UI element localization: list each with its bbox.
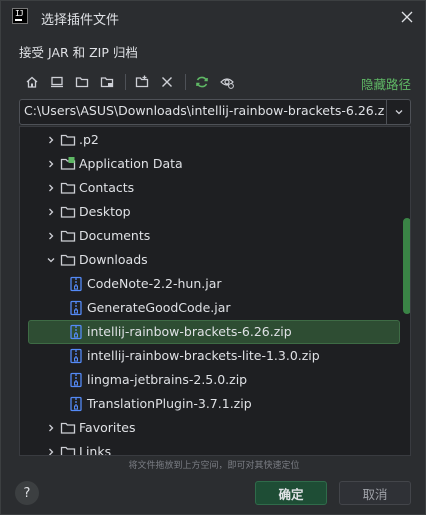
help-button[interactable]: ? xyxy=(15,481,39,505)
module-folder-icon xyxy=(100,77,114,88)
accepted-types-label: 接受 JAR 和 ZIP 归档 xyxy=(19,45,138,60)
tree-item-label: Downloads xyxy=(79,252,148,267)
show-hidden-files-button[interactable] xyxy=(216,71,238,93)
folder-row[interactable]: Desktop xyxy=(20,200,410,224)
desktop-icon xyxy=(51,76,63,88)
tree-item-label: Desktop xyxy=(79,204,131,219)
folder-icon xyxy=(60,182,76,194)
close-button[interactable] xyxy=(397,7,417,27)
project-folder-button[interactable] xyxy=(71,71,93,93)
folder-icon xyxy=(60,134,76,146)
desktop-button[interactable] xyxy=(46,71,68,93)
chevron-right-icon[interactable] xyxy=(46,447,56,456)
folder-row[interactable]: Application Data xyxy=(20,152,410,176)
folder-row[interactable]: Links xyxy=(20,440,410,456)
file-row[interactable]: intellij-rainbow-brackets-6.26.zip xyxy=(20,320,410,344)
folder-shortcut-icon xyxy=(60,157,76,170)
chevron-right-icon[interactable] xyxy=(46,207,56,217)
folder-icon xyxy=(60,206,76,218)
tree-item-label: TranslationPlugin-3.7.1.zip xyxy=(87,396,252,411)
chevron-right-icon[interactable] xyxy=(46,135,56,145)
tree-item-label: Documents xyxy=(79,228,151,243)
archive-file-icon xyxy=(70,348,82,364)
file-row[interactable]: intellij-rainbow-brackets-lite-1.3.0.zip xyxy=(20,344,410,368)
tree-item-label: lingma-jetbrains-2.5.0.zip xyxy=(87,372,248,387)
archive-file-icon xyxy=(70,324,82,340)
dialog-title: 选择插件文件 xyxy=(41,13,120,28)
close-icon xyxy=(401,11,413,23)
tree-item-label: Favorites xyxy=(79,420,136,435)
project-folder-icon xyxy=(75,77,89,88)
tree-item-label: GenerateGoodCode.jar xyxy=(87,300,231,315)
file-tree[interactable]: Links Favorites TranslationPlugin-3.7.1.zi… xyxy=(19,126,411,456)
chevron-down-icon xyxy=(395,110,402,115)
tree-item-label: intellij-rainbow-brackets-6.26.zip xyxy=(87,324,292,339)
folder-icon xyxy=(60,254,76,266)
home-button[interactable] xyxy=(21,71,43,93)
archive-file-icon xyxy=(70,276,82,292)
choose-plugin-file-dialog: IJ 选择插件文件 接受 JAR 和 ZIP 归档 隐藏路径 C:\Users\… xyxy=(0,0,426,515)
chevron-right-icon[interactable] xyxy=(46,423,56,433)
delete-icon xyxy=(162,77,172,87)
chevron-right-icon[interactable] xyxy=(46,183,56,193)
folder-icon xyxy=(60,422,76,434)
folder-row[interactable]: Contacts xyxy=(20,176,410,200)
tree-item-label: CodeNote-2.2-hun.jar xyxy=(87,276,222,291)
new-folder-button[interactable] xyxy=(131,71,153,93)
module-folder-button[interactable] xyxy=(96,71,118,93)
toolbar-separator xyxy=(125,74,126,90)
chevron-down-icon[interactable] xyxy=(46,255,56,265)
drag-drop-hint: 将文件拖放到上方空间，即可对其快速定位 xyxy=(128,461,300,471)
title-bar: IJ 选择插件文件 xyxy=(1,1,425,33)
eye-icon xyxy=(220,78,234,89)
new-folder-icon xyxy=(135,75,149,88)
folder-row[interactable]: Documents xyxy=(20,224,410,248)
tree-item-label: intellij-rainbow-brackets-lite-1.3.0.zip xyxy=(87,348,320,363)
path-combobox[interactable]: C:\Users\ASUS\Downloads\intellij-rainbow… xyxy=(19,99,411,125)
refresh-button[interactable] xyxy=(191,71,213,93)
toolbar-separator xyxy=(185,74,186,90)
archive-file-icon xyxy=(70,396,82,412)
cancel-button[interactable]: 取消 xyxy=(339,481,411,505)
tree-item-label: Contacts xyxy=(79,180,135,195)
hide-path-link[interactable]: 隐藏路径 xyxy=(361,74,411,93)
tree-item-label: Links xyxy=(79,444,112,456)
delete-button[interactable] xyxy=(156,71,178,93)
home-icon xyxy=(26,76,38,88)
chevron-right-icon[interactable] xyxy=(46,231,56,241)
folder-row[interactable]: Favorites xyxy=(20,416,410,440)
path-history-dropdown[interactable] xyxy=(386,100,410,124)
ok-button[interactable]: 确定 xyxy=(255,481,327,505)
file-row[interactable]: TranslationPlugin-3.7.1.zip xyxy=(20,392,410,416)
tree-item-label: Application Data xyxy=(79,156,183,171)
folder-icon xyxy=(60,446,76,455)
archive-file-icon xyxy=(70,300,82,316)
chevron-right-icon[interactable] xyxy=(46,159,56,169)
tree-scrollbar-thumb[interactable] xyxy=(403,218,410,314)
tree-item-label: .p2 xyxy=(79,132,99,147)
toolbar: 隐藏路径 xyxy=(19,69,411,95)
archive-file-icon xyxy=(70,372,82,388)
refresh-icon xyxy=(196,76,208,88)
file-row[interactable]: GenerateGoodCode.jar xyxy=(20,296,410,320)
intellij-app-icon: IJ xyxy=(12,8,28,24)
folder-row[interactable]: Downloads xyxy=(20,248,410,272)
file-row[interactable]: lingma-jetbrains-2.5.0.zip xyxy=(20,368,410,392)
folder-row[interactable]: .p2 xyxy=(20,128,410,152)
file-row[interactable]: CodeNote-2.2-hun.jar xyxy=(20,272,410,296)
path-input[interactable]: C:\Users\ASUS\Downloads\intellij-rainbow… xyxy=(24,103,384,118)
folder-icon xyxy=(60,230,76,242)
